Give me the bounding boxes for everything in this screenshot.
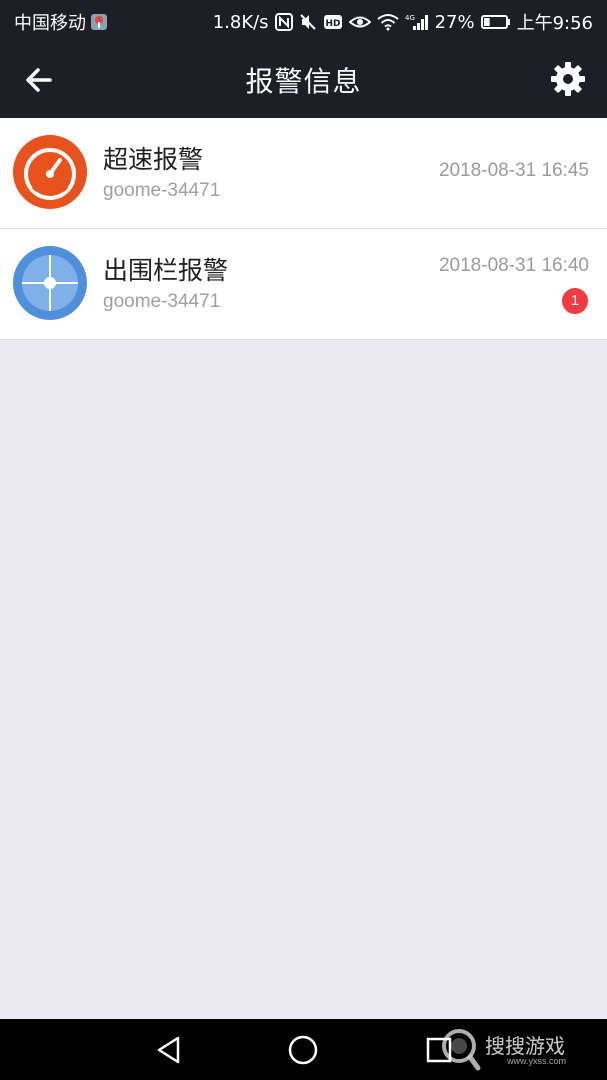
watermark: 搜搜游戏 www.yxss.com [439, 1024, 599, 1074]
status-bar: 中国移动 1.8K/s HD 4G 27% 上午9:56 [0, 0, 607, 40]
nav-home-button[interactable] [286, 1033, 320, 1067]
alarm-title: 出围栏报警 [103, 256, 229, 285]
magnifier-logo-icon [442, 1029, 481, 1071]
battery-percent: 27% [434, 11, 475, 33]
alarm-row-overspeed[interactable]: 超速报警 goome-34471 2018-08-31 16:45 [0, 118, 607, 229]
app-bar: 报警信息 [0, 40, 607, 118]
settings-button[interactable] [547, 58, 589, 100]
gear-icon [551, 62, 585, 96]
map-pin-icon [91, 14, 107, 30]
alarm-time: 2018-08-31 16:45 [438, 160, 589, 181]
battery-icon [480, 15, 510, 29]
hd-icon: HD [323, 15, 342, 29]
unread-badge: 1 [562, 288, 588, 314]
wifi-icon [376, 14, 399, 31]
mute-icon [299, 14, 316, 30]
carrier-label: 中国移动 [14, 13, 86, 34]
alarm-device: goome-34471 [103, 180, 221, 201]
eye-icon [348, 16, 371, 28]
svg-text:HD: HD [325, 19, 340, 29]
alarm-title: 超速报警 [103, 145, 204, 174]
status-right: 1.8K/s HD 4G 27% 上午9:56 [213, 9, 593, 35]
clock: 上午9:56 [516, 13, 593, 34]
status-left: 中国移动 [14, 9, 108, 35]
alarm-device: goome-34471 [103, 291, 221, 312]
nfc-icon [274, 13, 293, 31]
signal-4g-icon: 4G [405, 14, 428, 30]
nav-back-button[interactable] [152, 1033, 186, 1067]
geofence-icon [13, 246, 87, 320]
watermark-url: www.yxss.com [507, 1056, 567, 1066]
alarm-list: 超速报警 goome-34471 2018-08-31 16:45 出围栏报警 … [0, 118, 607, 340]
triangle-back-icon [157, 1036, 180, 1064]
circle-home-icon [288, 1035, 318, 1065]
network-type-label: 4G [405, 14, 415, 22]
network-speed: 1.8K/s [212, 11, 269, 33]
alarm-time: 2018-08-31 16:40 [438, 255, 589, 276]
alarm-row-geofence[interactable]: 出围栏报警 goome-34471 2018-08-31 16:40 1 [0, 229, 607, 340]
speedometer-icon [13, 135, 87, 209]
watermark-text: 搜搜游戏 [485, 1034, 565, 1058]
system-nav-bar: 搜搜游戏 www.yxss.com [0, 1019, 607, 1080]
page-title: 报警信息 [245, 65, 362, 98]
